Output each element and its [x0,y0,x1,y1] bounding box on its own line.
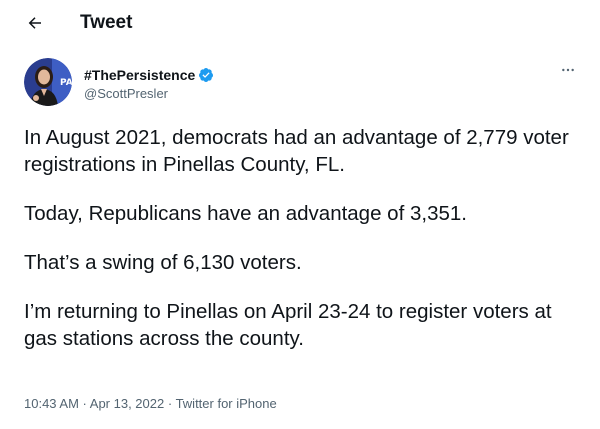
avatar[interactable]: PA [24,58,72,106]
tweet-source[interactable]: Twitter for iPhone [176,396,277,411]
tweet-header: Tweet [0,0,600,46]
meta-separator: · [78,396,90,411]
user-handle[interactable]: @ScottPresler [84,85,168,102]
display-name-link[interactable]: #ThePersistence [84,66,214,84]
tweet-paragraph: Today, Republicans have an advantage of … [24,202,467,225]
tweet-paragraph: In August 2021, democrats had an advanta… [24,126,569,176]
page-title: Tweet [80,12,133,33]
more-options-icon [562,68,574,72]
tweet-date[interactable]: Apr 13, 2022 [90,396,164,411]
svg-text:PA: PA [60,78,72,88]
arrow-left-icon [28,17,41,29]
tweet-time[interactable]: 10:43 AM [24,396,79,411]
verified-badge-icon [198,67,214,83]
back-button[interactable] [20,8,50,38]
avatar-image: PA [24,58,72,106]
tweet-author: PA #ThePersistence @ScottPresler [24,58,584,112]
more-options-button[interactable] [558,60,578,80]
tweet-text: In August 2021, democrats had an advanta… [24,124,590,374]
tweet-paragraph: That’s a swing of 6,130 voters. [24,251,302,274]
tweet-paragraph: I’m returning to Pinellas on April 23-24… [24,300,552,350]
display-name: #ThePersistence [84,67,196,83]
tweet-metadata: 10:43 AM · Apr 13, 2022 · Twitter for iP… [24,395,277,412]
meta-separator: · [164,396,176,411]
